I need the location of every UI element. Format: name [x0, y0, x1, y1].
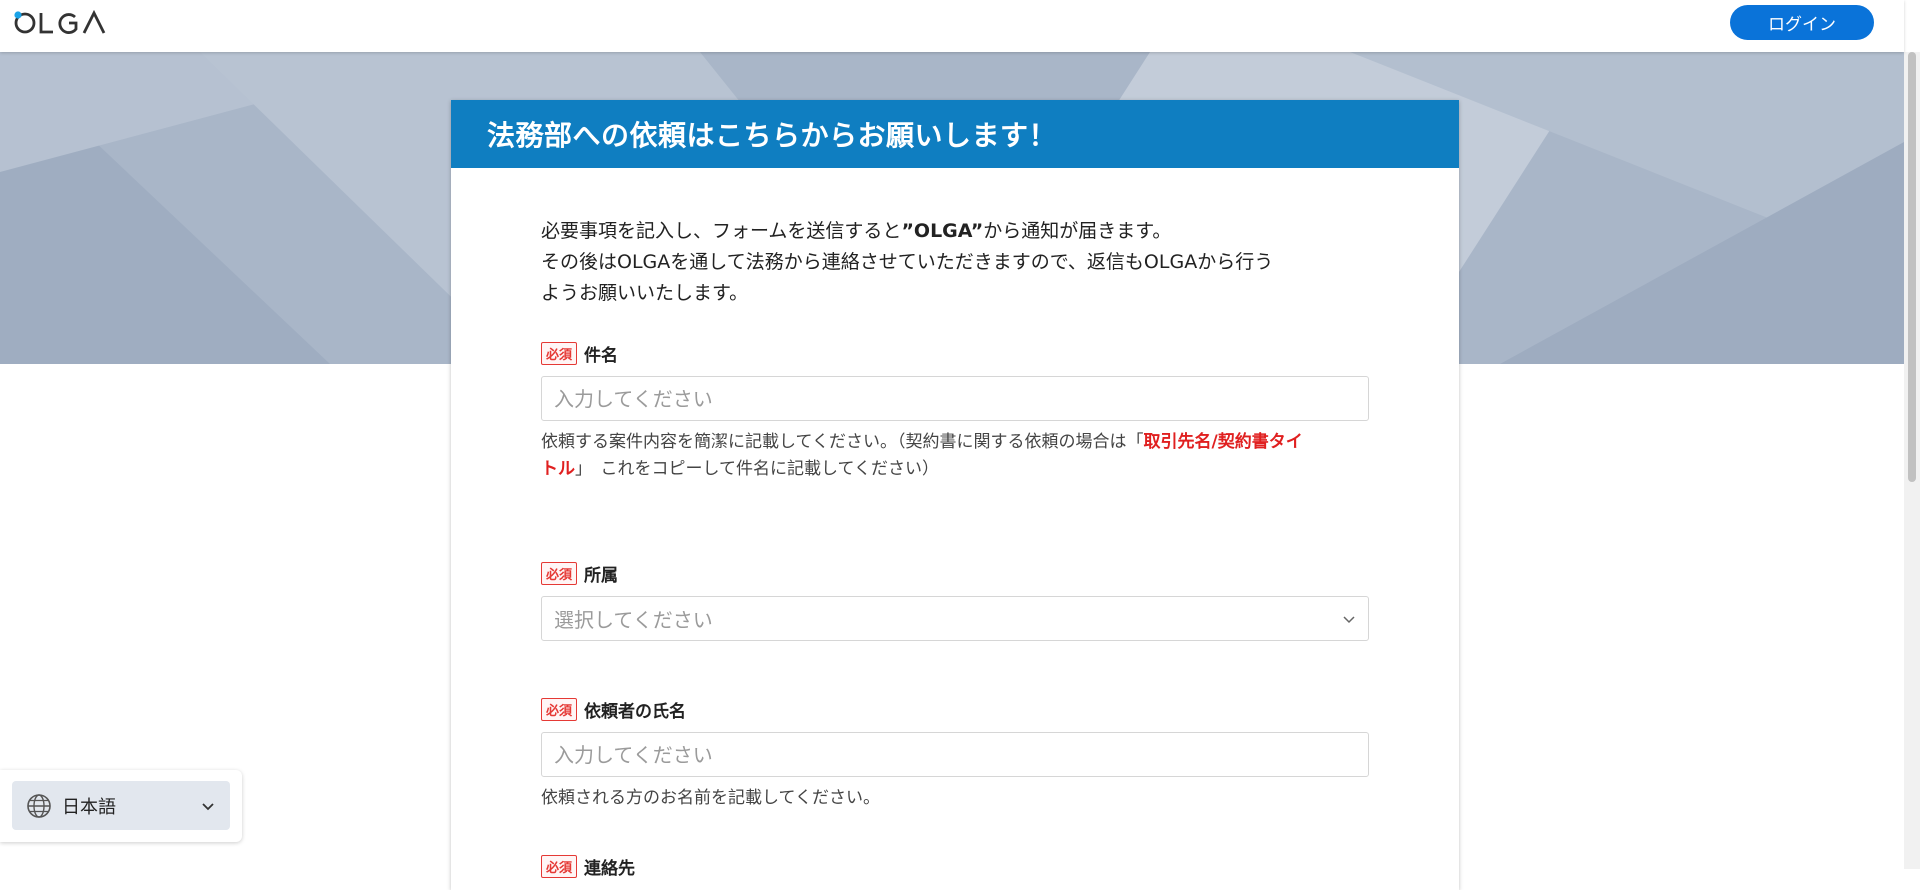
- field-label: 必須 連絡先: [541, 854, 1369, 879]
- field-subject: 必須 件名 依頼する案件内容を簡潔に記載してください。（契約書に関する依頼の場合…: [541, 341, 1369, 483]
- globe-icon: [27, 793, 51, 818]
- required-badge: 必須: [541, 562, 578, 585]
- form-intro: 必要事項を記入し、フォームを送信すると”OLGA”から通知が届きます。 その後は…: [541, 216, 1369, 309]
- required-badge: 必須: [541, 698, 578, 721]
- hint-text: 依頼する案件内容を簡潔に記載してください。（契約書に関する依頼の場合は「: [541, 432, 1144, 452]
- intro-brand: ”OLGA”: [901, 220, 984, 242]
- field-label: 必須 依頼者の氏名: [541, 697, 1369, 722]
- form-body: 必要事項を記入し、フォームを送信すると”OLGA”から通知が届きます。 その後は…: [451, 216, 1459, 879]
- hint-highlight: 取引先名/契約書タイ: [1143, 432, 1303, 452]
- field-label-text: 依頼者の氏名: [584, 702, 687, 722]
- login-button[interactable]: ログイン: [1730, 5, 1874, 40]
- form-title: 法務部への依頼はこちらからお願いします！: [451, 100, 1459, 168]
- department-select[interactable]: 選択してください: [541, 596, 1369, 641]
- subject-hint: 依頼する案件内容を簡潔に記載してください。（契約書に関する依頼の場合は「取引先名…: [541, 429, 1369, 483]
- requester-name-input[interactable]: [541, 732, 1369, 777]
- olga-logo[interactable]: [12, 8, 122, 38]
- required-badge: 必須: [541, 342, 578, 365]
- subject-input[interactable]: [541, 376, 1369, 421]
- chevron-down-icon: [1343, 615, 1355, 623]
- language-select[interactable]: 日本語: [12, 781, 230, 830]
- requester-name-hint: 依頼される方のお名前を記載してください。: [541, 788, 880, 808]
- intro-text: ようお願いいたします。: [541, 282, 749, 304]
- intro-text: 必要事項を記入し、フォームを送信すると: [541, 220, 902, 242]
- scroll-thumb[interactable]: [1908, 52, 1916, 482]
- chevron-down-icon: [202, 802, 214, 810]
- language-panel: 日本語: [0, 770, 242, 842]
- select-placeholder: 選択してください: [554, 608, 713, 632]
- intro-text: から通知が届きます。: [983, 220, 1172, 242]
- field-contact: 必須 連絡先: [541, 854, 1369, 879]
- page-scrollbar[interactable]: [1904, 52, 1920, 869]
- required-badge: 必須: [541, 855, 578, 878]
- intro-text: その後はOLGAを通して法務から連絡させていただきますので、返信もOLGAから行…: [541, 251, 1274, 273]
- language-label: 日本語: [62, 796, 116, 818]
- field-label-text: 連絡先: [584, 859, 636, 879]
- field-label: 必須 所属: [541, 561, 1369, 586]
- request-form-card: 法務部への依頼はこちらからお願いします！ 必要事項を記入し、フォームを送信すると…: [451, 100, 1459, 890]
- field-label: 必須 件名: [541, 341, 1369, 366]
- hint-highlight: トル: [541, 459, 575, 479]
- field-department: 必須 所属 選択してください: [541, 561, 1369, 641]
- top-bar: ログイン: [0, 0, 1904, 52]
- field-label-text: 所属: [584, 566, 619, 586]
- field-requester-name: 必須 依頼者の氏名 依頼される方のお名前を記載してください。: [541, 697, 1369, 812]
- field-label-text: 件名: [584, 346, 619, 366]
- hint-text: 」 これをコピーして件名に記載してください）: [575, 459, 939, 479]
